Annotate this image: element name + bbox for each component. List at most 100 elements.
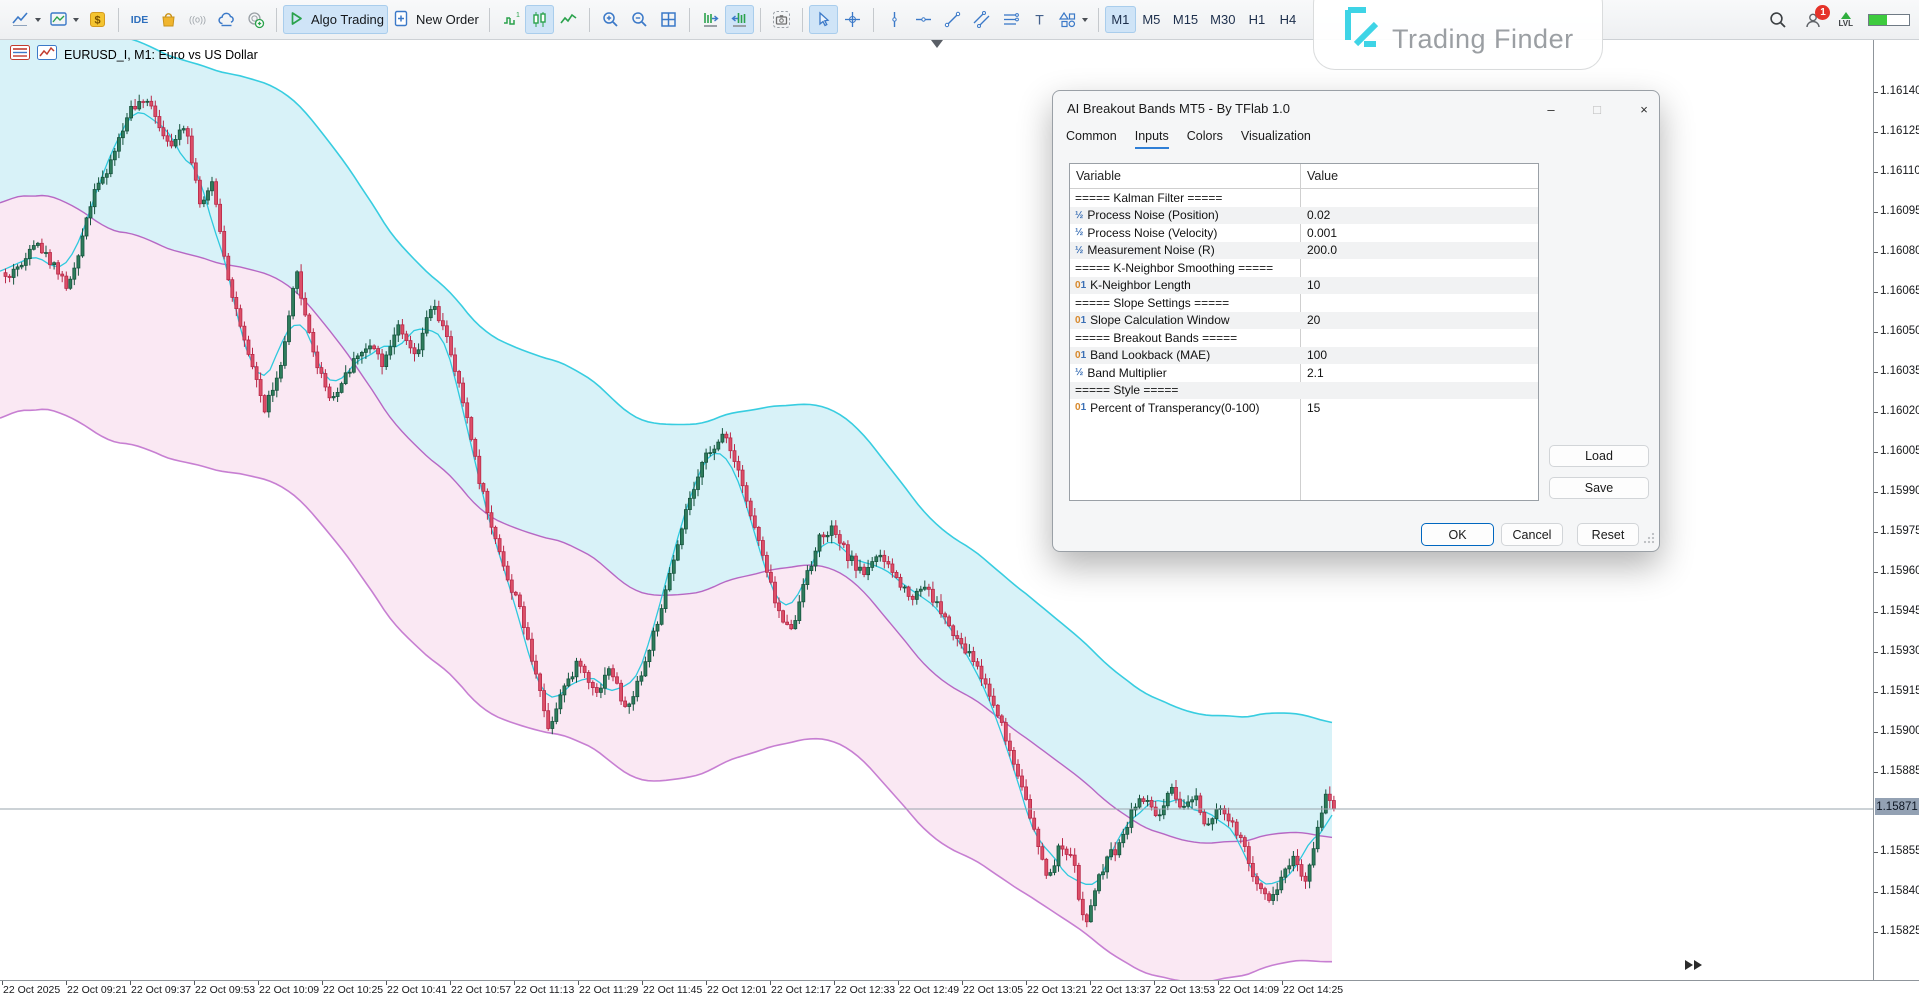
param-row[interactable]: ½Measurement Noise (R)200.0 <box>1070 242 1538 260</box>
indicator-settings-dialog: AI Breakout Bands MT5 - By TFlab 1.0 –□×… <box>1052 90 1660 552</box>
price-label: 1.16020 <box>1880 405 1919 417</box>
dialog-titlebar[interactable]: AI Breakout Bands MT5 - By TFlab 1.0 –□× <box>1053 91 1659 125</box>
screenshot-icon[interactable] <box>767 5 796 34</box>
save-button[interactable]: Save <box>1549 477 1649 499</box>
chart-shift-marker-icon[interactable] <box>931 40 943 48</box>
svg-text:T: T <box>1035 12 1044 28</box>
level-indicator-icon[interactable]: LVL <box>1838 12 1853 28</box>
timeframe-h1[interactable]: H1 <box>1241 6 1272 33</box>
price-label: 1.16035 <box>1880 365 1919 377</box>
scroll-to-end-icon[interactable] <box>1684 958 1704 976</box>
chart-list-icon[interactable] <box>10 45 30 65</box>
line-chart-icon[interactable] <box>554 5 583 34</box>
signals-icon[interactable]: ((o)) <box>183 5 212 34</box>
candlestick-chart-icon[interactable] <box>525 5 554 34</box>
new-order-doc-icon <box>392 9 411 31</box>
price-tick <box>1874 572 1878 573</box>
market-icon[interactable] <box>154 5 183 34</box>
param-name: ½Process Noise (Position) <box>1075 208 1219 222</box>
close-icon[interactable]: × <box>1633 99 1655 119</box>
price-tick <box>1874 652 1878 653</box>
search-icon[interactable] <box>1768 10 1788 30</box>
text-label-icon[interactable]: T <box>1025 5 1054 34</box>
param-row[interactable]: ===== K-Neighbor Smoothing ===== <box>1070 259 1538 277</box>
param-row[interactable]: ===== Kalman Filter ===== <box>1070 189 1538 207</box>
price-tick <box>1874 772 1878 773</box>
param-row[interactable]: 01Percent of Transperancy(0-100)15 <box>1070 399 1538 417</box>
param-value[interactable]: 0.02 <box>1307 208 1330 222</box>
zoom-in-icon[interactable] <box>596 5 625 34</box>
svg-text:$: $ <box>94 15 100 27</box>
new-order-button[interactable]: New Order <box>388 5 483 34</box>
param-row[interactable]: 01Slope Calculation Window20 <box>1070 312 1538 330</box>
crosshair-icon[interactable] <box>838 5 867 34</box>
quote-currency-icon[interactable]: $ <box>83 5 112 34</box>
price-tick <box>1874 612 1878 613</box>
param-value[interactable]: 2.1 <box>1307 366 1324 380</box>
toolbar-separator <box>689 8 690 32</box>
time-label: 22 Oct 10:25 <box>323 984 383 996</box>
param-value[interactable]: 100 <box>1307 348 1327 362</box>
time-label: 22 Oct 09:21 <box>67 984 127 996</box>
tab-visualization[interactable]: Visualization <box>1241 129 1311 149</box>
zoom-out-icon[interactable] <box>625 5 654 34</box>
chevron-down-icon <box>73 18 79 22</box>
xp-progress-icon[interactable] <box>1868 14 1910 26</box>
timeframe-m30[interactable]: M30 <box>1204 6 1241 33</box>
minimize-icon[interactable]: – <box>1540 99 1562 119</box>
ok-button[interactable]: OK <box>1421 523 1494 546</box>
chevron-down-icon <box>35 18 41 22</box>
tab-inputs[interactable]: Inputs <box>1135 129 1169 149</box>
timeframe-m5[interactable]: M5 <box>1136 6 1167 33</box>
horizontal-line-icon[interactable] <box>909 5 938 34</box>
reset-button[interactable]: Reset <box>1577 523 1639 546</box>
load-button[interactable]: Load <box>1549 445 1649 467</box>
chart-type-menu-icon[interactable] <box>7 5 45 34</box>
timeframe-m15[interactable]: M15 <box>1167 6 1204 33</box>
timeframe-h4[interactable]: H4 <box>1272 6 1303 33</box>
notifications-icon[interactable]: 1 <box>1803 10 1823 30</box>
param-value[interactable]: 200.0 <box>1307 243 1337 257</box>
tick-chart-icon[interactable]: 1 <box>496 5 525 34</box>
param-row[interactable]: 01Band Lookback (MAE)100 <box>1070 347 1538 365</box>
cursor-icon[interactable] <box>809 5 838 34</box>
chart-shift-icon[interactable] <box>725 5 754 34</box>
trendline-icon[interactable] <box>938 5 967 34</box>
cancel-button[interactable]: Cancel <box>1501 523 1563 546</box>
tile-windows-icon[interactable] <box>654 5 683 34</box>
channel-icon[interactable] <box>967 5 996 34</box>
algo-trading-button[interactable]: Algo Trading <box>283 5 388 34</box>
price-label: 1.16065 <box>1880 285 1919 297</box>
double-type-icon: ½ <box>1075 227 1083 238</box>
param-row[interactable]: ½Process Noise (Position) 0.02 <box>1070 207 1538 225</box>
community-icon[interactable] <box>241 5 270 34</box>
param-value[interactable]: 15 <box>1307 401 1320 415</box>
param-row[interactable]: ===== Slope Settings ===== <box>1070 294 1538 312</box>
shapes-icon[interactable] <box>1054 5 1092 34</box>
chart-window-icon[interactable] <box>37 45 57 65</box>
dialog-resize-grip[interactable] <box>1643 532 1655 547</box>
price-tick <box>1874 932 1878 933</box>
auto-scroll-icon[interactable] <box>696 5 725 34</box>
maximize-icon[interactable]: □ <box>1586 99 1608 119</box>
param-row[interactable]: ===== Style ===== <box>1070 382 1538 400</box>
param-row[interactable]: ½Process Noise (Velocity)0.001 <box>1070 224 1538 242</box>
price-label: 1.15975 <box>1880 525 1919 537</box>
vertical-line-icon[interactable] <box>880 5 909 34</box>
time-axis[interactable]: 22 Oct 202522 Oct 09:2122 Oct 09:3722 Oc… <box>0 980 1919 996</box>
mql-ide-icon[interactable]: IDE <box>125 5 154 34</box>
price-axis[interactable]: 1.161401.161251.161101.160951.160801.160… <box>1873 40 1919 980</box>
param-value[interactable]: 10 <box>1307 278 1320 292</box>
param-value[interactable]: 0.001 <box>1307 226 1337 240</box>
timeframe-m1[interactable]: M1 <box>1105 6 1136 33</box>
parallel-lines-icon[interactable] <box>996 5 1025 34</box>
tab-colors[interactable]: Colors <box>1187 129 1223 149</box>
param-row[interactable]: 01K-Neighbor Length10 <box>1070 277 1538 295</box>
time-label: 22 Oct 11:29 <box>579 984 638 996</box>
param-row[interactable]: ===== Breakout Bands ===== <box>1070 329 1538 347</box>
cloud-storage-icon[interactable] <box>212 5 241 34</box>
tab-common[interactable]: Common <box>1066 129 1117 149</box>
indicator-window-menu-icon[interactable] <box>45 5 83 34</box>
param-row[interactable]: ½Band Multiplier2.1 <box>1070 364 1538 382</box>
param-value[interactable]: 20 <box>1307 313 1320 327</box>
